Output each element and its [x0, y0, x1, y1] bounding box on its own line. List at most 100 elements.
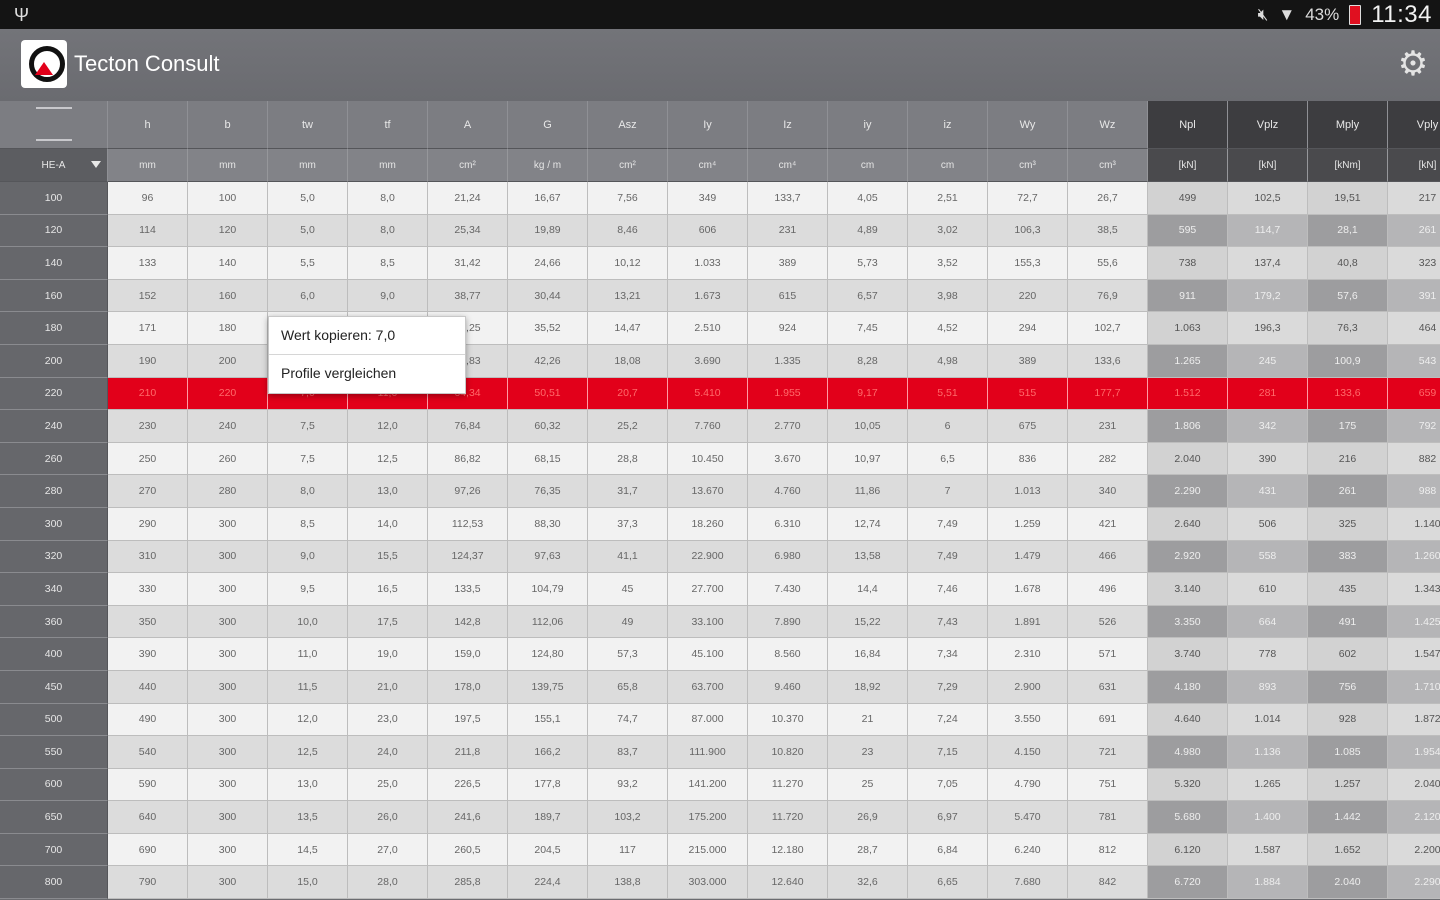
- table-cell[interactable]: 14,0: [348, 507, 428, 541]
- table-cell[interactable]: 231: [1068, 410, 1148, 443]
- table-cell[interactable]: 28,8: [588, 442, 668, 476]
- table-cell[interactable]: 8,28: [828, 344, 908, 378]
- table-cell[interactable]: 659: [1388, 377, 1440, 411]
- table-cell[interactable]: 602: [1308, 638, 1388, 671]
- table-cell[interactable]: 7,24: [908, 703, 988, 737]
- table-cell[interactable]: 1.265: [1228, 768, 1308, 802]
- table-cell[interactable]: 12,5: [268, 736, 348, 769]
- table-cell[interactable]: 911: [1148, 279, 1228, 313]
- table-cell[interactable]: 300: [188, 670, 268, 704]
- table-cell[interactable]: 159,0: [428, 638, 508, 671]
- table-cell[interactable]: 491: [1308, 605, 1388, 639]
- table-cell[interactable]: 1.013: [988, 475, 1068, 508]
- table-cell[interactable]: 15,0: [268, 866, 348, 900]
- table-cell[interactable]: 349: [668, 182, 748, 215]
- table-cell[interactable]: 100,9: [1308, 344, 1388, 378]
- table-cell[interactable]: 3.670: [748, 442, 828, 476]
- table-cell[interactable]: 133: [108, 247, 188, 280]
- table-cell[interactable]: 12,0: [268, 703, 348, 737]
- table-cell[interactable]: 1.033: [668, 247, 748, 280]
- table-cell[interactable]: 7: [908, 475, 988, 508]
- row-header[interactable]: 200: [0, 344, 108, 378]
- table-cell[interactable]: 421: [1068, 507, 1148, 541]
- table-cell[interactable]: 76,35: [508, 475, 588, 508]
- table-cell[interactable]: 216: [1308, 442, 1388, 476]
- table-cell[interactable]: 230: [108, 410, 188, 443]
- table-cell[interactable]: 175: [1308, 410, 1388, 443]
- table-cell[interactable]: 33.100: [668, 605, 748, 639]
- table-cell[interactable]: 606: [668, 214, 748, 248]
- table-cell[interactable]: 3.550: [988, 703, 1068, 737]
- row-header[interactable]: 500: [0, 703, 108, 737]
- table-cell[interactable]: 12.180: [748, 833, 828, 867]
- table-cell[interactable]: 4.980: [1148, 736, 1228, 769]
- table-cell[interactable]: 15,22: [828, 605, 908, 639]
- table-cell[interactable]: 4.790: [988, 768, 1068, 802]
- table-cell[interactable]: 45: [588, 573, 668, 606]
- row-header[interactable]: 800: [0, 866, 108, 900]
- row-header[interactable]: 220: [0, 377, 108, 411]
- table-cell[interactable]: 1.140: [1388, 507, 1440, 541]
- table-cell[interactable]: 1.512: [1148, 377, 1228, 411]
- table-cell[interactable]: 76,3: [1308, 312, 1388, 345]
- table-cell[interactable]: 4,89: [828, 214, 908, 248]
- table-cell[interactable]: 38,77: [428, 279, 508, 313]
- table-cell[interactable]: 1.085: [1308, 736, 1388, 769]
- table-cell[interactable]: 72,7: [988, 182, 1068, 215]
- table-cell[interactable]: 49: [588, 605, 668, 639]
- row-header[interactable]: 360: [0, 605, 108, 639]
- table-cell[interactable]: 175.200: [668, 801, 748, 834]
- table-cell[interactable]: 4,98: [908, 344, 988, 378]
- table-cell[interactable]: 6.310: [748, 507, 828, 541]
- table-cell[interactable]: 13,0: [348, 475, 428, 508]
- table-cell[interactable]: 690: [108, 833, 188, 867]
- table-cell[interactable]: 11.720: [748, 801, 828, 834]
- row-header[interactable]: 650: [0, 801, 108, 834]
- table-cell[interactable]: 76,84: [428, 410, 508, 443]
- table-cell[interactable]: 16,67: [508, 182, 588, 215]
- table-cell[interactable]: 13.670: [668, 475, 748, 508]
- table-cell[interactable]: 137,4: [1228, 247, 1308, 280]
- table-cell[interactable]: 25,0: [348, 768, 428, 802]
- table-cell[interactable]: 133,5: [428, 573, 508, 606]
- table-cell[interactable]: 120: [188, 214, 268, 248]
- table-cell[interactable]: 12.640: [748, 866, 828, 900]
- column-header[interactable]: Iz: [748, 101, 828, 149]
- table-cell[interactable]: 55,6: [1068, 247, 1148, 280]
- table-cell[interactable]: 9,0: [348, 279, 428, 313]
- table-cell[interactable]: 3.740: [1148, 638, 1228, 671]
- table-cell[interactable]: 490: [108, 703, 188, 737]
- table-cell[interactable]: 50,51: [508, 377, 588, 411]
- table-cell[interactable]: 540: [108, 736, 188, 769]
- table-cell[interactable]: 97,26: [428, 475, 508, 508]
- table-cell[interactable]: 792: [1388, 410, 1440, 443]
- table-cell[interactable]: 74,7: [588, 703, 668, 737]
- table-cell[interactable]: 11,0: [268, 638, 348, 671]
- row-header[interactable]: 320: [0, 540, 108, 574]
- table-cell[interactable]: 631: [1068, 670, 1148, 704]
- table-cell[interactable]: 290: [108, 507, 188, 541]
- table-cell[interactable]: 180: [188, 312, 268, 345]
- table-cell[interactable]: 12,0: [348, 410, 428, 443]
- row-header[interactable]: 280: [0, 475, 108, 508]
- table-cell[interactable]: 10.370: [748, 703, 828, 737]
- table-cell[interactable]: 76,9: [1068, 279, 1148, 313]
- table-cell[interactable]: 7.760: [668, 410, 748, 443]
- row-header[interactable]: 260: [0, 442, 108, 476]
- table-cell[interactable]: 22.900: [668, 540, 748, 574]
- table-cell[interactable]: 200: [188, 344, 268, 378]
- table-cell[interactable]: 2.040: [1308, 866, 1388, 900]
- row-header[interactable]: 400: [0, 638, 108, 671]
- table-cell[interactable]: 595: [1148, 214, 1228, 248]
- table-cell[interactable]: 300: [188, 638, 268, 671]
- table-cell[interactable]: 12,5: [348, 442, 428, 476]
- gear-icon[interactable]: ⚙: [1396, 47, 1430, 81]
- column-header[interactable]: iy: [828, 101, 908, 149]
- table-cell[interactable]: 6,97: [908, 801, 988, 834]
- table-cell[interactable]: 812: [1068, 833, 1148, 867]
- table-cell[interactable]: 26,9: [828, 801, 908, 834]
- table-cell[interactable]: 160: [188, 279, 268, 313]
- table-cell[interactable]: 9,5: [268, 573, 348, 606]
- table-cell[interactable]: 2.920: [1148, 540, 1228, 574]
- table-cell[interactable]: 21,24: [428, 182, 508, 215]
